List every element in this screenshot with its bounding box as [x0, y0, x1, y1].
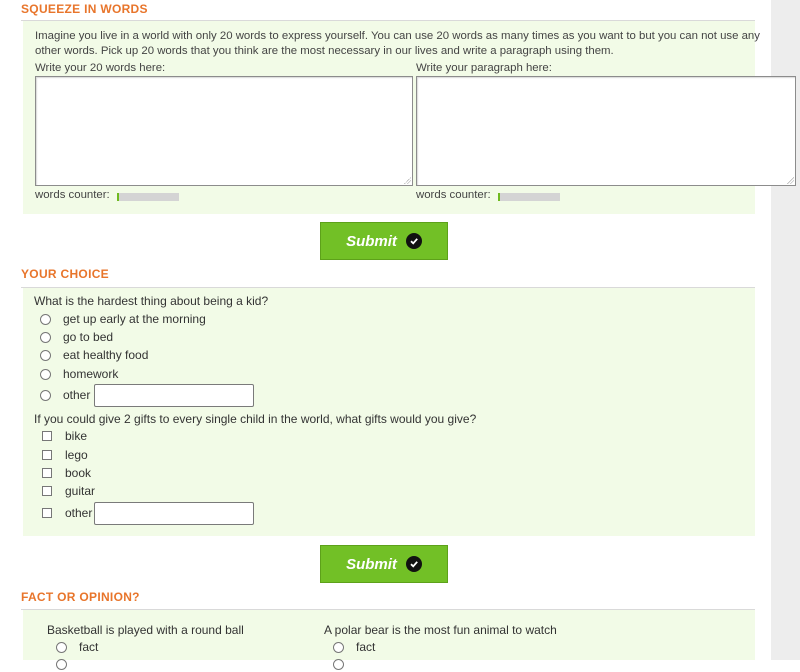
submit-label: Submit: [346, 555, 397, 573]
radio-label: go to bed: [63, 330, 114, 344]
question-hardest-thing: What is the hardest thing about being a …: [34, 294, 269, 308]
radio-option[interactable]: eat healthy food: [40, 347, 148, 363]
paragraph-counter-label: words counter:: [416, 189, 491, 201]
checkbox[interactable]: [42, 450, 52, 460]
section-title-fact: FACT OR OPINION?: [21, 590, 140, 604]
radio-button[interactable]: [40, 368, 51, 380]
other-gift-input[interactable]: [94, 502, 254, 525]
radio-button[interactable]: [56, 658, 67, 670]
radio-button[interactable]: [40, 349, 51, 361]
radio-option[interactable]: go to bed: [40, 329, 113, 345]
paragraph-counter-bar: [498, 193, 560, 201]
submit-label: Submit: [346, 232, 397, 250]
radio-option[interactable]: homework: [40, 366, 118, 382]
radio-button[interactable]: [40, 389, 51, 401]
radio-button[interactable]: [333, 641, 344, 653]
check-circle-icon: [405, 556, 422, 572]
submit-button-choice[interactable]: Submit: [320, 545, 448, 583]
checkbox-label: book: [65, 466, 92, 480]
other-answer-input[interactable]: [94, 384, 254, 407]
question-gifts: If you could give 2 gifts to every singl…: [34, 412, 477, 426]
fact-option-partial[interactable]: [333, 656, 356, 672]
fact-option-partial[interactable]: [56, 656, 79, 672]
checkbox-label: lego: [65, 448, 88, 462]
radio-button[interactable]: [56, 641, 67, 653]
radio-button[interactable]: [333, 658, 344, 670]
radio-label: homework: [63, 367, 119, 381]
submit-button-squeeze[interactable]: Submit: [320, 222, 448, 260]
checkbox[interactable]: [42, 508, 52, 518]
check-circle-icon: [405, 233, 422, 249]
fact-statement: Basketball is played with a round ball: [47, 623, 244, 637]
radio-option[interactable]: get up early at the morning: [40, 311, 206, 327]
checkbox-option[interactable]: bike: [40, 428, 87, 444]
checkbox-label: bike: [65, 429, 88, 443]
checkbox[interactable]: [42, 486, 52, 496]
fact-statement: A polar bear is the most fun animal to w…: [324, 623, 557, 637]
radio-option-other[interactable]: other: [40, 387, 90, 403]
words-counter-bar: [117, 193, 179, 201]
radio-button[interactable]: [40, 331, 51, 343]
checkbox-option[interactable]: book: [40, 465, 91, 481]
radio-label: fact: [356, 640, 376, 654]
checkbox-option[interactable]: lego: [40, 447, 88, 463]
checkbox-option-other[interactable]: other: [40, 505, 92, 521]
checkbox-label: guitar: [65, 484, 96, 498]
paragraph-label: Write your paragraph here:: [416, 62, 552, 74]
radio-label: other: [63, 388, 91, 402]
radio-button[interactable]: [40, 313, 51, 325]
checkbox[interactable]: [42, 468, 52, 478]
words-textarea[interactable]: [35, 76, 413, 186]
resize-grip-icon[interactable]: [404, 177, 411, 184]
checkbox[interactable]: [42, 431, 52, 441]
radio-label: eat healthy food: [63, 348, 149, 362]
squeeze-intro: Imagine you live in a world with only 20…: [35, 30, 760, 57]
radio-label: fact: [79, 640, 99, 654]
checkbox-label: other: [65, 506, 93, 520]
fact-option[interactable]: fact: [56, 639, 98, 655]
radio-label: get up early at the morning: [63, 312, 206, 326]
resize-grip-icon[interactable]: [787, 177, 794, 184]
words-label: Write your 20 words here:: [35, 62, 166, 74]
section-title-choice: YOUR CHOICE: [21, 267, 109, 281]
fact-option[interactable]: fact: [333, 639, 375, 655]
section-title-squeeze: SQUEEZE IN WORDS: [21, 2, 148, 16]
checkbox-option[interactable]: guitar: [40, 483, 95, 499]
paragraph-textarea[interactable]: [416, 76, 796, 186]
words-counter-label: words counter:: [35, 189, 110, 201]
